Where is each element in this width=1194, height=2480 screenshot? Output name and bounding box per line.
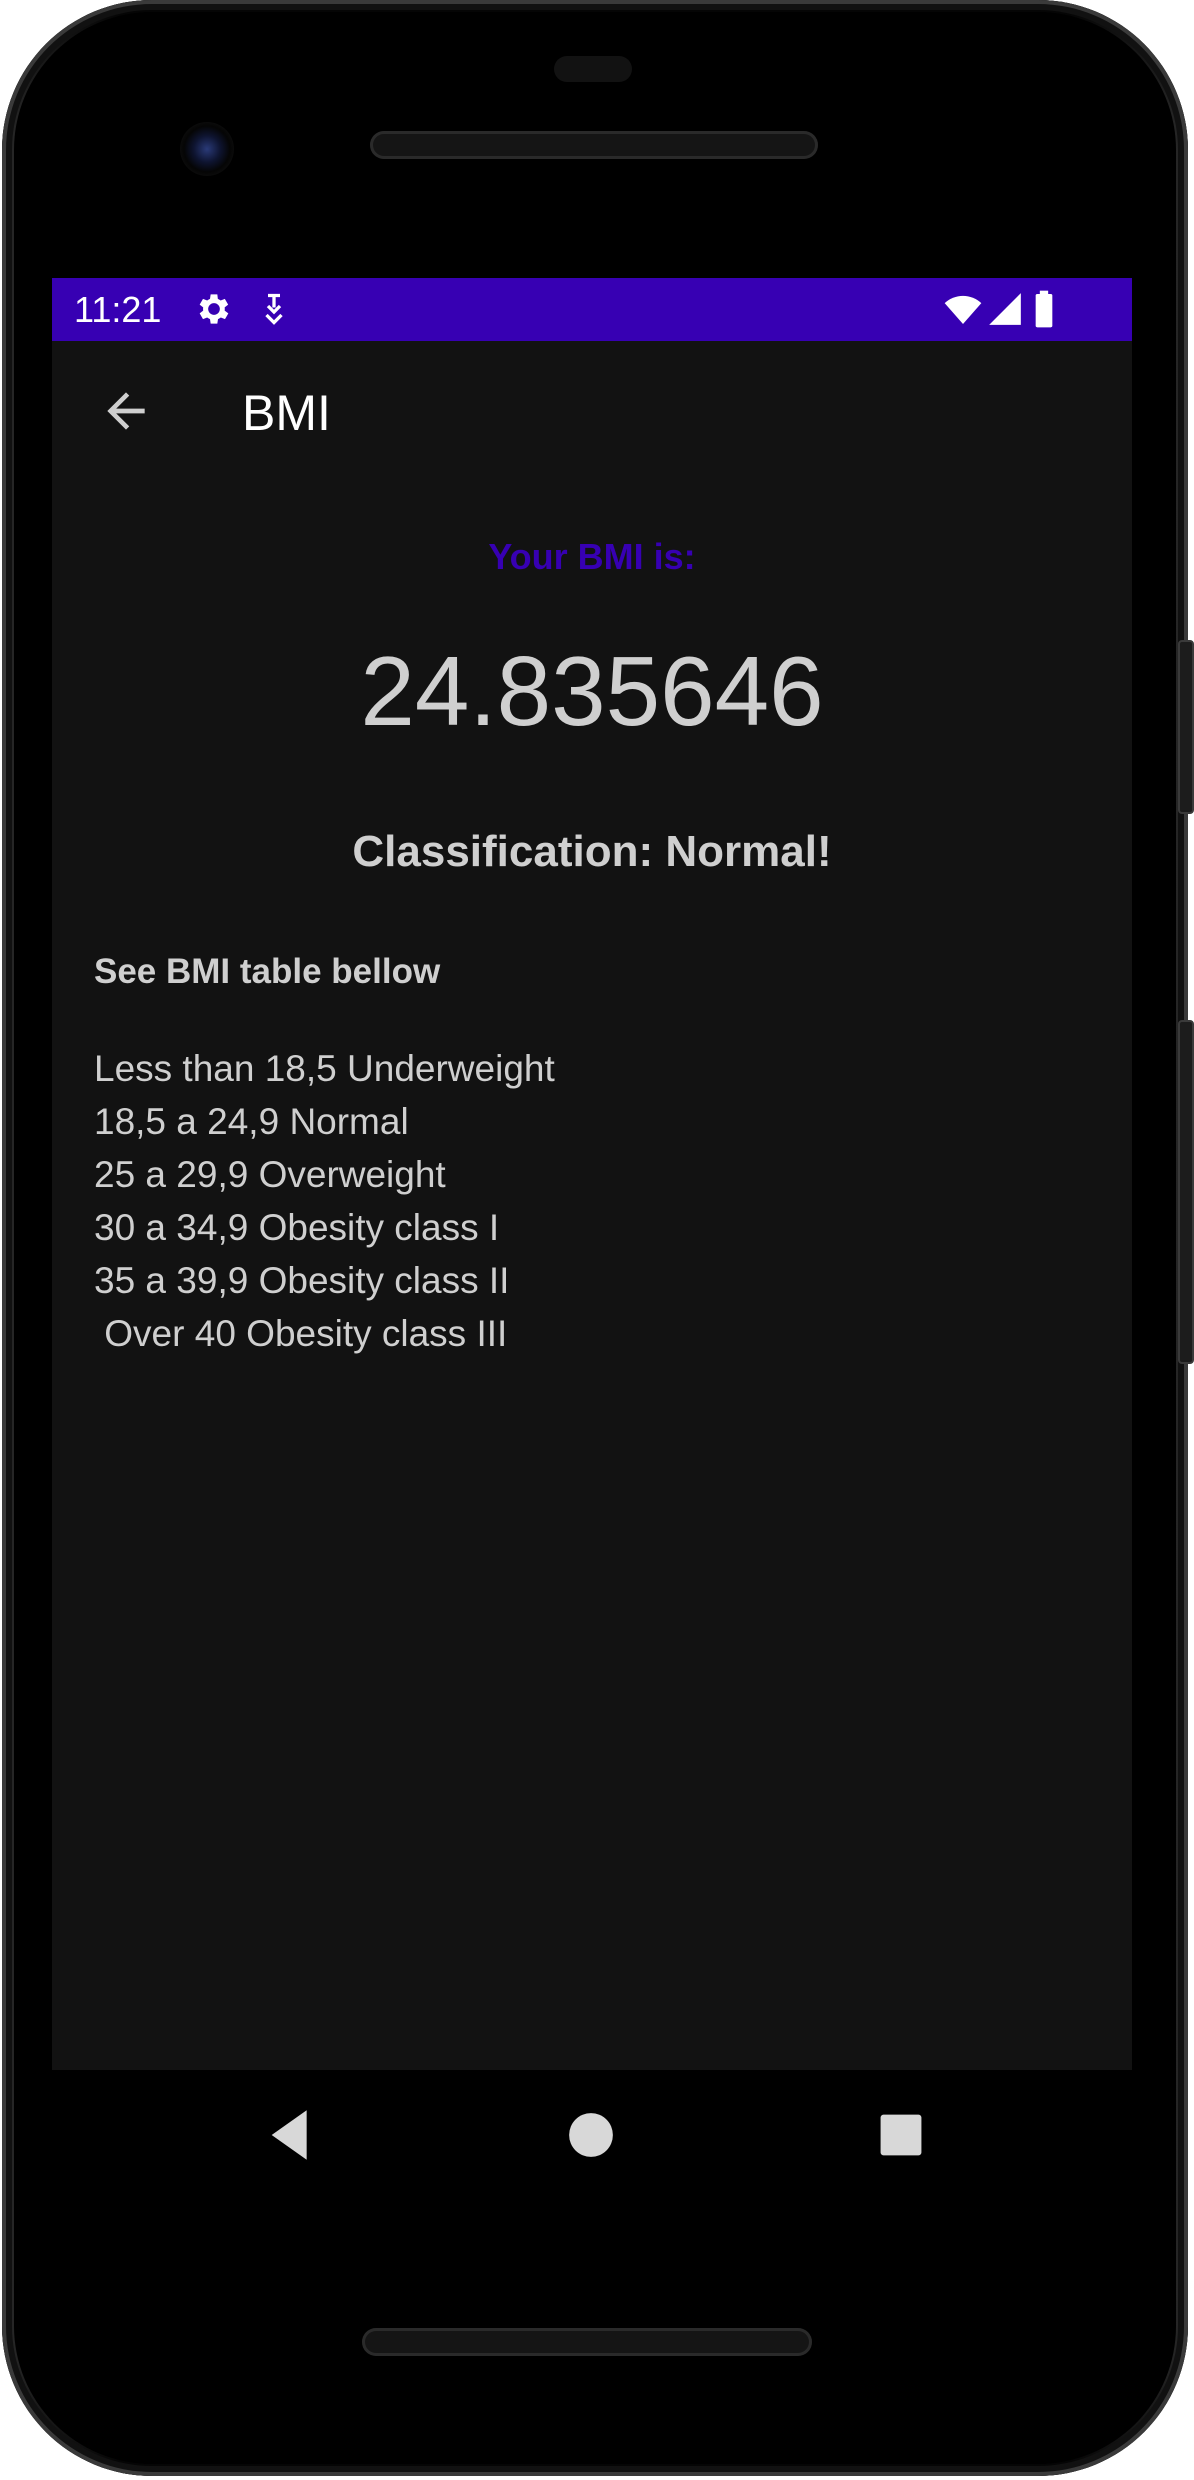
bmi-table-heading: See BMI table bellow [94, 952, 441, 991]
bmi-table-row: 30 a 34,9 Obesity class I [94, 1207, 500, 1248]
arrow-back-icon[interactable] [98, 383, 154, 439]
bmi-classification: Classification: Normal! [352, 827, 832, 876]
gear-icon [194, 289, 234, 334]
volume-button [1178, 1020, 1194, 1364]
page-title: BMI [242, 385, 331, 441]
wifi-icon [942, 289, 984, 334]
bmi-table-list: Less than 18,5 Underweight 18,5 a 24,9 N… [94, 1042, 555, 1360]
bmi-table-row: Less than 18,5 Underweight [94, 1048, 555, 1089]
status-bar: 11:21 [52, 278, 1132, 341]
top-sensor [554, 56, 632, 82]
home-circle-icon[interactable] [556, 2100, 626, 2170]
bmi-label: Your BMI is: [488, 536, 696, 577]
top-speaker [370, 131, 818, 159]
recents-square-icon[interactable] [866, 2100, 936, 2170]
back-triangle-icon[interactable] [260, 2100, 330, 2170]
navigation-bar [52, 2070, 1132, 2200]
bmi-table-row: 25 a 29,9 Overweight [94, 1154, 446, 1195]
app-bar: BMI [52, 341, 1132, 489]
front-camera [180, 122, 234, 176]
power-button [1178, 640, 1194, 814]
screen: 11:21 BMI Your BMI is: 24.835646 Classif… [52, 278, 1132, 2070]
bmi-table-row: 35 a 39,9 Obesity class II [94, 1260, 510, 1301]
bottom-speaker [362, 2328, 812, 2356]
bmi-table-row: Over 40 Obesity class III [94, 1313, 508, 1354]
status-time: 11:21 [74, 289, 162, 330]
bmi-value: 24.835646 [360, 636, 824, 746]
bmi-table-row: 18,5 a 24,9 Normal [94, 1101, 409, 1142]
battery-icon [1032, 289, 1056, 334]
download-icon [256, 289, 292, 334]
cellular-signal-icon [986, 289, 1024, 334]
